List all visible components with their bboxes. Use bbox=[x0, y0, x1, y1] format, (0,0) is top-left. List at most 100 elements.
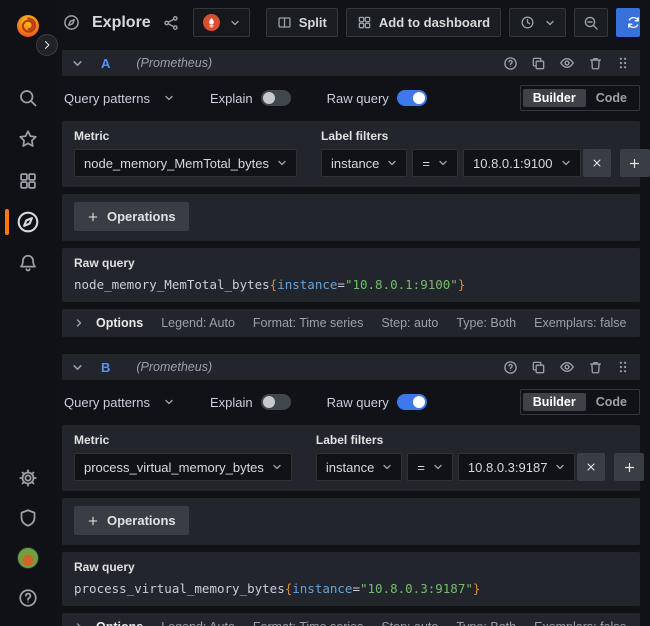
editor-mode-switch: Builder Code bbox=[520, 389, 640, 415]
builder-mode-option[interactable]: Builder bbox=[523, 393, 586, 411]
raw-query-expression: node_memory_MemTotal_bytes{instance="10.… bbox=[74, 277, 628, 292]
raw-query-toggle[interactable] bbox=[397, 90, 427, 106]
expand-sidebar-button[interactable] bbox=[36, 34, 58, 56]
options-label: Options bbox=[96, 620, 143, 626]
duplicate-query-icon[interactable] bbox=[531, 56, 546, 71]
option-exemplars: Exemplars: false bbox=[534, 316, 626, 330]
query-patterns-dropdown[interactable]: Query patterns bbox=[64, 91, 150, 106]
metric-select[interactable]: node_memory_MemTotal_bytes bbox=[74, 149, 297, 177]
delete-query-trash-icon[interactable] bbox=[588, 360, 603, 375]
code-mode-option[interactable]: Code bbox=[586, 89, 637, 107]
explore-compass-icon[interactable] bbox=[0, 210, 55, 234]
add-filter-button[interactable] bbox=[614, 453, 644, 481]
builder-mode-option[interactable]: Builder bbox=[523, 89, 586, 107]
add-to-dashboard-button[interactable]: Add to dashboard bbox=[346, 8, 501, 37]
split-button[interactable]: Split bbox=[266, 8, 338, 37]
options-collapse-bar-a[interactable]: Options Legend: Auto Format: Time series… bbox=[62, 309, 640, 337]
search-icon[interactable] bbox=[0, 88, 55, 108]
remove-filter-button[interactable] bbox=[577, 453, 605, 481]
refresh-button[interactable] bbox=[616, 8, 640, 37]
explain-toggle[interactable] bbox=[261, 394, 291, 410]
filter-operator-select[interactable]: = bbox=[407, 453, 453, 481]
zoom-out-button[interactable] bbox=[574, 8, 608, 37]
query-editor-row-b: B (Prometheus) Query patterns Explain Ra… bbox=[62, 354, 640, 626]
page-title: Explore bbox=[92, 14, 151, 32]
query-datasource-name: (Prometheus) bbox=[136, 56, 212, 70]
add-filter-button[interactable] bbox=[620, 149, 650, 177]
chevron-down-icon bbox=[272, 462, 282, 472]
chevron-down-icon bbox=[230, 18, 240, 28]
filter-value-select[interactable]: 10.8.0.1:9100 bbox=[463, 149, 581, 177]
zoom-out-icon bbox=[583, 15, 599, 31]
add-operation-button[interactable]: Operations bbox=[74, 202, 189, 231]
code-mode-option[interactable]: Code bbox=[586, 393, 637, 411]
alerting-bell-icon[interactable] bbox=[0, 253, 55, 273]
metric-value: node_memory_MemTotal_bytes bbox=[84, 156, 269, 171]
query-patterns-dropdown[interactable]: Query patterns bbox=[64, 395, 150, 410]
close-x-icon bbox=[585, 461, 597, 473]
refresh-split-button[interactable] bbox=[616, 8, 640, 37]
query-toolbar-b: Query patterns Explain Raw query Builder… bbox=[64, 388, 640, 416]
remove-filter-button[interactable] bbox=[583, 149, 611, 177]
filter-value-select[interactable]: 10.8.0.3:9187 bbox=[458, 453, 576, 481]
datasource-picker[interactable] bbox=[193, 8, 250, 37]
filter-operator-value: = bbox=[417, 460, 425, 475]
editor-mode-switch: Builder Code bbox=[520, 85, 640, 111]
options-collapse-bar-b[interactable]: Options Legend: Auto Format: Time series… bbox=[62, 613, 640, 626]
help-question-icon[interactable] bbox=[0, 588, 55, 608]
user-avatar[interactable] bbox=[0, 547, 55, 569]
query-row-header-b[interactable]: B (Prometheus) bbox=[62, 354, 640, 380]
explain-toggle[interactable] bbox=[261, 90, 291, 106]
prometheus-icon bbox=[203, 14, 220, 31]
explain-label: Explain bbox=[210, 395, 253, 410]
query-toolbar-a: Query patterns Explain Raw query Builder… bbox=[64, 84, 640, 112]
label-filters-field: Label filters instance = 10.8.0.3:9187 bbox=[316, 433, 645, 481]
time-picker-button[interactable] bbox=[509, 8, 566, 37]
chevron-right-icon bbox=[74, 318, 84, 328]
admin-shield-icon[interactable] bbox=[0, 508, 55, 528]
drag-handle-icon[interactable] bbox=[616, 360, 630, 374]
share-icon[interactable] bbox=[163, 15, 179, 31]
metric-select[interactable]: process_virtual_memory_bytes bbox=[74, 453, 292, 481]
filter-operator-select[interactable]: = bbox=[412, 149, 458, 177]
add-to-dashboard-grid-icon bbox=[357, 15, 372, 30]
delete-query-trash-icon[interactable] bbox=[588, 56, 603, 71]
query-help-icon[interactable] bbox=[503, 360, 518, 375]
close-x-icon bbox=[591, 157, 603, 169]
metric-label: Metric bbox=[74, 129, 297, 143]
filter-key-select[interactable]: instance bbox=[316, 453, 402, 481]
option-legend: Legend: Auto bbox=[161, 620, 235, 626]
option-type: Type: Both bbox=[456, 316, 516, 330]
query-datasource-name: (Prometheus) bbox=[136, 360, 212, 374]
collapse-chevron-icon[interactable] bbox=[72, 362, 83, 373]
operations-panel-b: Operations bbox=[62, 498, 640, 545]
hide-query-eye-icon[interactable] bbox=[559, 55, 575, 71]
query-row-header-a[interactable]: A (Prometheus) bbox=[62, 50, 640, 76]
hide-query-eye-icon[interactable] bbox=[559, 359, 575, 375]
option-type: Type: Both bbox=[456, 620, 516, 626]
duplicate-query-icon[interactable] bbox=[531, 360, 546, 375]
top-toolbar: Explore Split Add to dashboard bbox=[55, 0, 650, 45]
settings-gear-icon[interactable] bbox=[0, 468, 55, 488]
label-filters-label: Label filters bbox=[316, 433, 645, 447]
raw-query-panel-b: Raw query process_virtual_memory_bytes{i… bbox=[62, 552, 640, 606]
filter-value: 10.8.0.1:9100 bbox=[473, 156, 553, 171]
add-operation-button[interactable]: Operations bbox=[74, 506, 189, 535]
star-icon[interactable] bbox=[0, 129, 55, 149]
filter-key-value: instance bbox=[326, 460, 374, 475]
chevron-down-icon bbox=[433, 462, 443, 472]
raw-query-toggle[interactable] bbox=[397, 394, 427, 410]
metric-editor-panel-a: Metric node_memory_MemTotal_bytes Label … bbox=[62, 121, 640, 187]
filter-key-select[interactable]: instance bbox=[321, 149, 407, 177]
collapse-chevron-icon[interactable] bbox=[72, 58, 83, 69]
dashboards-grid-icon[interactable] bbox=[0, 171, 55, 191]
chevron-down-icon bbox=[382, 462, 392, 472]
operations-panel-a: Operations bbox=[62, 194, 640, 241]
plus-icon bbox=[623, 461, 636, 474]
drag-handle-icon[interactable] bbox=[616, 56, 630, 70]
query-help-icon[interactable] bbox=[503, 56, 518, 71]
option-format: Format: Time series bbox=[253, 620, 363, 626]
label-filters-label: Label filters bbox=[321, 129, 650, 143]
split-icon bbox=[277, 15, 292, 30]
sidebar bbox=[0, 0, 55, 626]
